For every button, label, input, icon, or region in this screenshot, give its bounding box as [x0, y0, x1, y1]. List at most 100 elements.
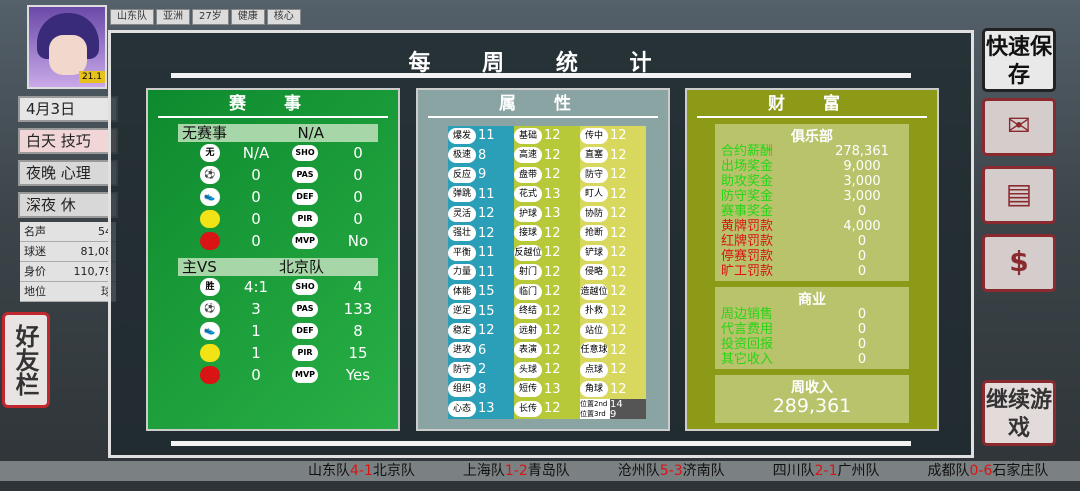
- score-item: 上海队1-2青岛队: [463, 461, 570, 481]
- attribute-name: 逆足: [448, 303, 476, 320]
- attribute-name: 反应: [448, 166, 476, 183]
- match-header: 赛 事: [158, 90, 388, 118]
- income-item-amount: 3,000: [843, 174, 881, 189]
- attribute-item: 点球 12: [580, 360, 646, 380]
- attribute-value: 11: [478, 128, 495, 144]
- away-team: 石家庄队: [992, 463, 1049, 479]
- stat-type-badge: DEF: [292, 323, 318, 339]
- attribute-value: 12: [610, 342, 627, 358]
- attribute-item: 任意球 12: [580, 341, 646, 361]
- income-item-name: 出场奖金: [721, 159, 774, 174]
- match-stat-value: 4:1: [243, 278, 269, 296]
- attribute-name: 短传: [514, 381, 542, 398]
- attribute-name: 接球: [514, 225, 542, 242]
- home-team: 四川队: [772, 463, 815, 479]
- attribute-item: 灵活 12: [448, 204, 514, 224]
- match-stat-value2: 133: [343, 300, 373, 318]
- envelope-icon: ✉: [1007, 109, 1031, 142]
- attribute-item: 稳定 12: [448, 321, 514, 341]
- score-item: 沧州队5-3济南队: [618, 461, 725, 481]
- attribute-value: 11: [478, 186, 495, 202]
- club-income-row: 旷工罚款 0: [721, 264, 903, 279]
- player-avatar[interactable]: 21.1: [27, 5, 107, 89]
- quick-save-button[interactable]: 快速保存: [982, 28, 1056, 92]
- wealth-card: 财 富 俱乐部 合约薪酬 278,361 出场奖金 9,000 助攻奖金 3,000 防守奖…: [685, 88, 939, 431]
- attribute-name: 盘带: [514, 166, 542, 183]
- away-team: 北京队: [372, 463, 415, 479]
- friends-button[interactable]: 好友栏: [2, 312, 50, 408]
- stat-row: 地位球: [20, 282, 116, 302]
- attribute-item: 强壮 12: [448, 224, 514, 244]
- attribute-name: 盯人: [580, 186, 608, 203]
- attribute-value: 12: [544, 323, 561, 339]
- match2-label: 主VS: [182, 258, 217, 276]
- attribute-column-defense: 传中 12 直塞 12 防守 12 盯人 12 协防 12 抢断 12 铲球 12 侵略 12 造越位 12 扑救 1…: [580, 126, 646, 420]
- income-item-name: 防守奖金: [721, 189, 774, 204]
- attribute-value: 12: [544, 128, 561, 144]
- night-label: 夜晚: [26, 164, 57, 182]
- shop-button[interactable]: ▤: [982, 166, 1056, 224]
- attribute-item: 组织 8: [448, 380, 514, 400]
- attribute-item: 盘带 12: [514, 165, 580, 185]
- income-item-name: 周边销售: [721, 307, 774, 322]
- late-label: 深夜: [26, 196, 57, 214]
- attribute-name: 组织: [448, 381, 476, 398]
- schedule-night[interactable]: 夜晚 心理: [18, 160, 118, 186]
- schedule-late[interactable]: 深夜 休: [18, 192, 118, 218]
- club-income-row: 停赛罚款 0: [721, 249, 903, 264]
- attribute-item: 花式 13: [514, 185, 580, 205]
- attribute-value: 12: [610, 381, 627, 397]
- income-item-name: 投资回报: [721, 337, 774, 352]
- attribute-value: 11: [478, 264, 495, 280]
- attribute-name: 进攻: [448, 342, 476, 359]
- level-badge: 21.1: [78, 71, 105, 83]
- continue-button[interactable]: 继续游戏: [982, 380, 1056, 446]
- date-label: 4月3日: [18, 96, 118, 122]
- match-stat-value2: No: [347, 232, 369, 250]
- income-item-amount: 0: [857, 249, 867, 264]
- attribute-item: 终结 12: [514, 302, 580, 322]
- region-label: 亚洲: [156, 9, 190, 25]
- finance-button[interactable]: $: [982, 234, 1056, 292]
- attribute-name: 稳定: [448, 322, 476, 339]
- attribute-item: 力量 11: [448, 263, 514, 283]
- score: 4-1: [350, 463, 373, 479]
- attribute-value: 12: [544, 147, 561, 163]
- attribute-name: 反越位: [514, 244, 542, 261]
- role-label: 核心: [266, 9, 301, 25]
- income-item-name: 红牌罚款: [721, 234, 774, 249]
- night-value: 心理: [60, 164, 91, 182]
- attribute-name: 力量: [448, 264, 476, 281]
- schedule-day[interactable]: 白天 技巧: [18, 128, 118, 154]
- attribute-item: 铲球 12: [580, 243, 646, 263]
- attribute-column-physical: 爆发 11 极速 8 反应 9 弹跳 11 灵活 12 强壮 12 平衡 11 力量 11 体能 15 逆足 15 稳定…: [448, 126, 514, 419]
- match-stat-value2: 0: [353, 210, 363, 228]
- match-stat-row: 无 N/A SHO 0: [200, 142, 398, 164]
- attribute-item: 盯人 12: [580, 185, 646, 205]
- score: 1-2: [504, 463, 528, 479]
- attribute-item: 表演 12: [514, 341, 580, 361]
- attribute-value: 6: [478, 342, 487, 358]
- attribute-name: 扑救: [580, 303, 608, 320]
- match-stat-value2: Yes: [345, 366, 371, 384]
- income-item-amount: 4,000: [843, 219, 881, 234]
- attribute-name: 点球: [580, 361, 608, 378]
- income-item-amount: 3,000: [843, 189, 881, 204]
- attribute-value: 13: [544, 381, 561, 397]
- position-rating: 位置3rd 9: [580, 409, 646, 420]
- red-card-icon: [200, 366, 220, 384]
- attribute-item: 短传 13: [514, 380, 580, 400]
- mail-button[interactable]: ✉: [982, 98, 1056, 156]
- attribute-item: 平衡 11: [448, 243, 514, 263]
- attribute-value: 12: [544, 303, 561, 319]
- income-item-amount: 0: [857, 204, 867, 219]
- attribute-value: 12: [610, 225, 627, 241]
- attribute-value: 12: [610, 186, 627, 202]
- business-income-row: 周边销售 0: [721, 307, 903, 322]
- stat-type-badge: PAS: [292, 301, 318, 317]
- match-stat-value2: 0: [353, 144, 363, 162]
- attribute-name: 表演: [514, 342, 542, 359]
- attribute-value: 12: [610, 167, 627, 183]
- attribute-name: 强壮: [448, 225, 476, 242]
- dollar-icon: $: [1009, 245, 1029, 278]
